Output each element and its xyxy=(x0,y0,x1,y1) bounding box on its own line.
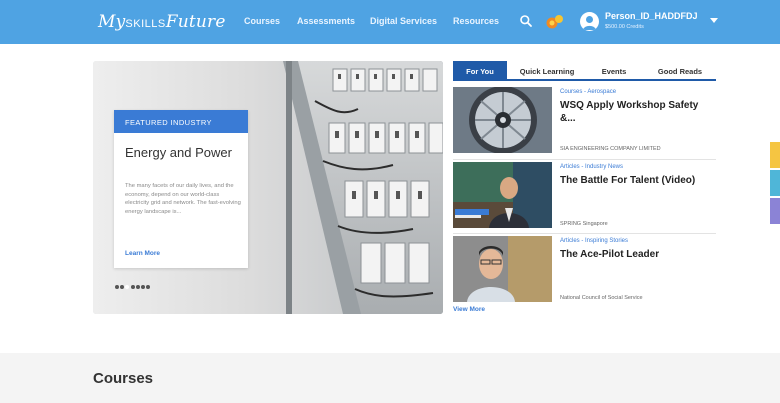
top-nav-bar: MySKILLSFuture Courses Assessments Digit… xyxy=(0,0,780,44)
tab-good-reads[interactable]: Good Reads xyxy=(648,61,712,80)
featured-title: Energy and Power xyxy=(125,145,232,160)
article-source: National Council of Social Service xyxy=(560,295,643,301)
featured-description: The many facets of our daily lives, and … xyxy=(125,183,241,215)
article-source: SPRING Singapore xyxy=(560,221,608,227)
user-avatar-icon[interactable] xyxy=(580,12,599,31)
nav-assessments[interactable]: Assessments xyxy=(297,16,355,26)
help-tab[interactable] xyxy=(770,198,780,224)
search-icon[interactable] xyxy=(519,14,533,28)
chat-tab[interactable] xyxy=(770,170,780,196)
article-category: Articles - Industry News xyxy=(560,164,624,170)
myskillsfuture-logo[interactable]: MySKILLSFuture xyxy=(98,12,226,32)
nav-digital-services[interactable]: Digital Services xyxy=(370,16,437,26)
article-title[interactable]: The Ace-Pilot Leader xyxy=(560,249,710,262)
divider xyxy=(453,233,716,234)
content-tabs: For You Quick Learning Events Good Reads xyxy=(453,61,716,81)
tab-quick-learning[interactable]: Quick Learning xyxy=(513,61,581,80)
carousel-dot[interactable] xyxy=(115,285,119,289)
list-item[interactable]: Articles - Industry News The Battle For … xyxy=(453,162,716,232)
video-thumbnail[interactable] xyxy=(453,162,552,228)
feedback-tab[interactable] xyxy=(770,142,780,168)
user-credits: $500.00 Credits xyxy=(605,24,644,30)
carousel-dot[interactable] xyxy=(131,285,135,289)
learn-more-link[interactable]: Learn More xyxy=(125,250,160,257)
article-category: Articles - Inspiring Stories xyxy=(560,238,629,244)
nav-courses[interactable]: Courses xyxy=(244,16,280,26)
portrait-thumbnail[interactable] xyxy=(453,236,552,302)
article-category: Courses - Aerospace xyxy=(560,89,617,95)
list-item[interactable]: Articles - Inspiring Stories The Ace-Pil… xyxy=(453,236,716,306)
featured-industry-label: FEATURED INDUSTRY xyxy=(114,110,248,133)
jet-engine-thumbnail[interactable] xyxy=(453,87,552,153)
featured-industry-card[interactable]: FEATURED INDUSTRY Energy and Power The m… xyxy=(114,110,248,268)
carousel-dot[interactable] xyxy=(141,285,145,289)
chevron-down-icon[interactable] xyxy=(710,18,718,23)
divider xyxy=(453,159,716,160)
article-title[interactable]: WSQ Apply Workshop Safety &... xyxy=(560,100,710,125)
view-more-link[interactable]: View More xyxy=(453,306,485,313)
carousel-dot[interactable] xyxy=(146,285,150,289)
list-item[interactable]: Courses - Aerospace WSQ Apply Workshop S… xyxy=(453,87,716,157)
carousel-dot-active[interactable] xyxy=(125,285,129,289)
carousel-dot[interactable] xyxy=(120,285,124,289)
article-title[interactable]: The Battle For Talent (Video) xyxy=(560,175,710,188)
section-title: Courses xyxy=(93,370,154,387)
carousel-dot[interactable] xyxy=(136,285,140,289)
tab-events[interactable]: Events xyxy=(589,61,639,80)
user-name[interactable]: Person_ID_HADDFDJ xyxy=(605,11,698,21)
notification-icon[interactable] xyxy=(544,13,566,31)
tab-for-you[interactable]: For You xyxy=(453,61,507,80)
nav-resources[interactable]: Resources xyxy=(453,16,499,26)
article-source: SIA ENGINEERING COMPANY LIMITED xyxy=(560,146,661,152)
